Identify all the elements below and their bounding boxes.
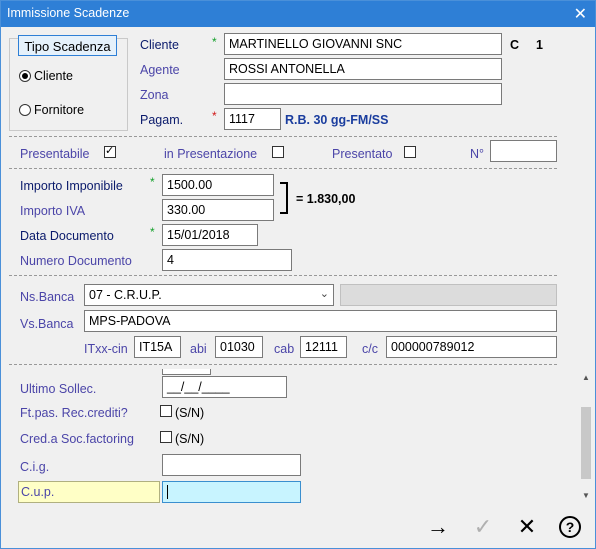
- ultimo-sollec-label: Ultimo Sollec.: [20, 382, 97, 396]
- presentato-checkbox[interactable]: [404, 146, 416, 158]
- radio-fornitore[interactable]: [19, 104, 31, 116]
- cab-field[interactable]: 12111: [300, 336, 347, 358]
- help-glyph: ?: [565, 519, 575, 535]
- cliente-field[interactable]: MARTINELLO GIOVANNI SNC: [224, 33, 502, 55]
- cab-label: cab: [274, 342, 295, 356]
- agente-field[interactable]: ROSSI ANTONELLA: [224, 58, 502, 80]
- itxx-field[interactable]: IT15A: [134, 336, 181, 358]
- vs-banca-field[interactable]: MPS-PADOVA: [84, 310, 557, 332]
- presentabile-checkbox[interactable]: [104, 144, 116, 158]
- cred-factoring-yn: (S/N): [175, 432, 205, 446]
- pagamento-label: Pagam.: [140, 113, 184, 127]
- scrollbar[interactable]: ▲ ▼: [579, 371, 593, 503]
- window-title: Immissione Scadenze: [7, 6, 130, 20]
- separator: [9, 275, 557, 276]
- cliente-required: *: [212, 35, 217, 49]
- confirm-icon[interactable]: ✓: [468, 512, 498, 542]
- data-documento-required: *: [150, 225, 155, 239]
- cred-factoring-checkbox[interactable]: [160, 431, 172, 443]
- scroll-thumb[interactable]: [581, 407, 591, 479]
- imponibile-required: *: [150, 175, 155, 189]
- cup-field[interactable]: [162, 481, 301, 503]
- radio-fornitore-label: Fornitore: [34, 103, 85, 117]
- total-bracket: [280, 182, 288, 214]
- separator: [9, 136, 557, 137]
- imponibile-label: Importo Imponibile: [20, 179, 123, 193]
- cliente-number: 1: [536, 38, 543, 52]
- iva-field[interactable]: 330.00: [162, 199, 274, 221]
- ultimo-sollec-field[interactable]: __/__/____: [162, 376, 287, 398]
- help-circle: ?: [559, 516, 581, 538]
- numero-label: N°: [470, 147, 485, 161]
- cc-field[interactable]: 000000789012: [386, 336, 557, 358]
- zona-field[interactable]: [224, 83, 502, 105]
- ft-pas-label: Ft.pas. Rec.crediti?: [20, 406, 128, 420]
- data-documento-label: Data Documento: [20, 229, 114, 243]
- tipo-scadenza-button[interactable]: Tipo Scadenza: [18, 35, 117, 56]
- ns-banca-description: [340, 284, 557, 306]
- radio-cliente[interactable]: [19, 70, 31, 82]
- presentato-label: Presentato: [332, 147, 393, 161]
- in-presentazione-checkbox[interactable]: [272, 146, 284, 158]
- ns-banca-label: Ns.Banca: [20, 290, 75, 304]
- itxx-label: ITxx-cin: [84, 342, 128, 356]
- abi-field[interactable]: 01030: [215, 336, 263, 358]
- pagamento-required: *: [212, 109, 217, 123]
- chevron-down-icon: ⌄: [319, 288, 329, 300]
- cc-label: c/c: [362, 342, 378, 356]
- next-icon[interactable]: →: [423, 512, 453, 542]
- title-bar: Immissione Scadenze ✕: [1, 1, 595, 27]
- data-documento-field[interactable]: 15/01/2018: [162, 224, 258, 246]
- scroll-down-icon[interactable]: ▼: [579, 489, 593, 503]
- numero-documento-field[interactable]: 4: [162, 249, 292, 271]
- presentabile-label: Presentabile: [20, 147, 90, 161]
- scroll-up-icon[interactable]: ▲: [579, 371, 593, 385]
- cig-label: C.i.g.: [20, 460, 50, 474]
- zona-label: Zona: [140, 88, 169, 102]
- total-value: = 1.830,00: [296, 192, 356, 206]
- iva-label: Importo IVA: [20, 204, 86, 218]
- cig-field[interactable]: [162, 454, 301, 476]
- tipo-scadenza-label: Tipo Scadenza: [24, 39, 111, 54]
- scroll-panel: Ultimo Sollec. __/__/____ Ft.pas. Rec.cr…: [9, 369, 577, 507]
- cup-label-box: C.u.p.: [18, 481, 160, 503]
- close-icon[interactable]: ✕: [574, 4, 587, 24]
- agente-label: Agente: [140, 63, 180, 77]
- cancel-icon[interactable]: ✕: [512, 512, 542, 542]
- cup-label: C.u.p.: [21, 485, 55, 499]
- numero-documento-label: Numero Documento: [20, 254, 132, 268]
- abi-label: abi: [190, 342, 207, 356]
- partial-field: [162, 369, 211, 375]
- ft-pas-yn: (S/N): [175, 406, 205, 420]
- help-icon[interactable]: ?: [558, 515, 582, 539]
- numero-field[interactable]: [490, 140, 557, 162]
- pagamento-description: R.B. 30 gg-FM/SS: [285, 113, 389, 127]
- cliente-label: Cliente: [140, 38, 179, 52]
- separator: [9, 168, 557, 169]
- in-presentazione-label: in Presentazione: [164, 147, 258, 161]
- cliente-type-code: C: [510, 38, 520, 52]
- ns-banca-select[interactable]: 07 - C.R.U.P. ⌄: [84, 284, 334, 306]
- pagamento-code-field[interactable]: 1117: [224, 108, 281, 130]
- text-cursor: [167, 485, 168, 499]
- separator: [9, 364, 557, 365]
- radio-cliente-label: Cliente: [34, 69, 73, 83]
- imponibile-field[interactable]: 1500.00: [162, 174, 274, 196]
- ft-pas-checkbox[interactable]: [160, 405, 172, 417]
- ns-banca-value: 07 - C.R.U.P.: [89, 288, 162, 302]
- cred-factoring-label: Cred.a Soc.factoring: [20, 432, 134, 446]
- window: Immissione Scadenze ✕ Tipo Scadenza Clie…: [0, 0, 596, 549]
- vs-banca-label: Vs.Banca: [20, 317, 74, 331]
